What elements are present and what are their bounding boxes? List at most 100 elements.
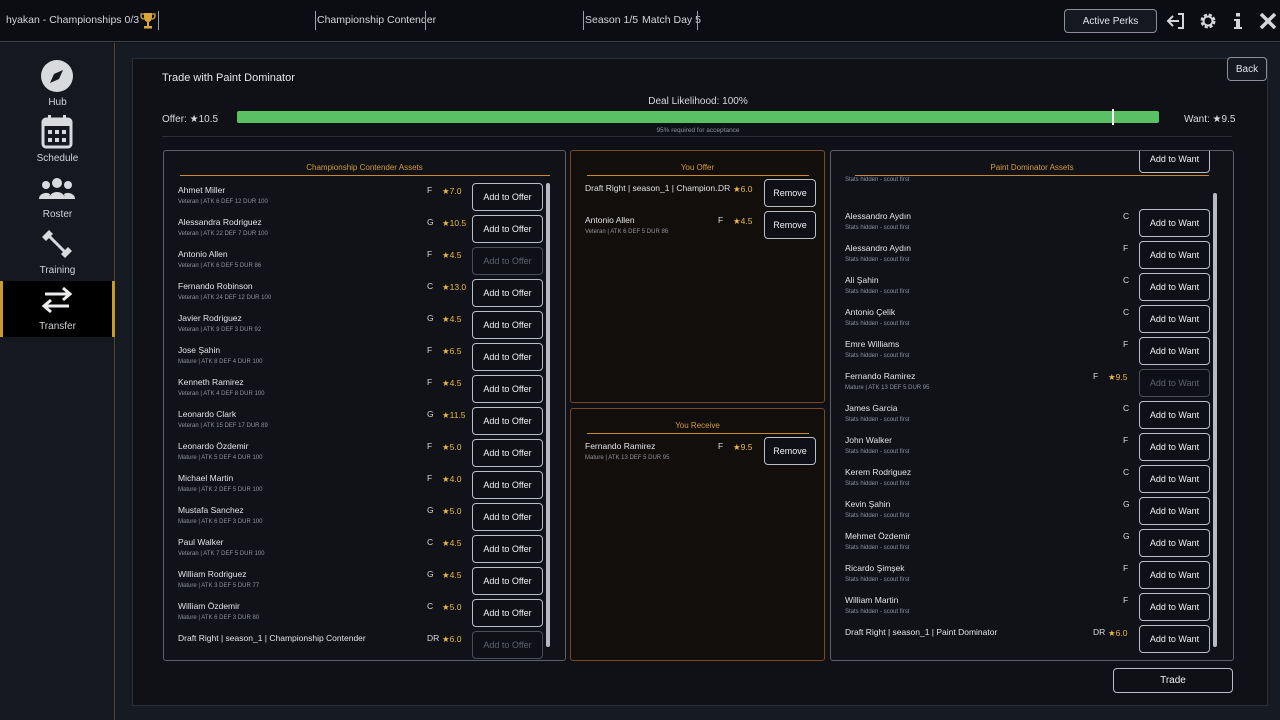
asset-name: Alessandra Rodriguez xyxy=(178,217,262,227)
rating-label: ★6.0 xyxy=(1108,628,1128,638)
add-to-want-button[interactable]: Add to Want xyxy=(1139,497,1210,525)
add-to-offer-button[interactable]: Add to Offer xyxy=(472,407,543,435)
add-to-offer-button[interactable]: Add to Offer xyxy=(472,375,543,403)
add-to-offer-button[interactable]: Add to Offer xyxy=(472,439,543,467)
add-to-offer-button[interactable]: Add to Offer xyxy=(472,631,543,659)
sidebar-item-transfer[interactable]: Transfer xyxy=(0,281,115,337)
gear-icon[interactable] xyxy=(1198,11,1218,31)
asset-name: Antonio Çelik xyxy=(845,307,896,317)
position-label: G xyxy=(427,569,434,579)
sidebar-item-roster[interactable]: Roster xyxy=(0,169,115,225)
asset-name: Draft Right | season_1 | Champion... xyxy=(585,183,723,193)
add-to-want-button[interactable]: Add to Want xyxy=(1139,625,1210,653)
app-window: hyakan - Championships 0/3 Championship … xyxy=(0,0,1280,720)
rating-label: ★4.5 xyxy=(442,570,462,580)
asset-name: Fernando Ramirez xyxy=(845,371,916,381)
remove-button[interactable]: Remove xyxy=(764,211,816,239)
back-button[interactable]: Back xyxy=(1227,57,1267,81)
asset-row: Kenneth Ramirez Veteran | ATK 4 DEF 8 DUR… xyxy=(164,373,565,405)
sidebar-item-schedule[interactable]: Schedule xyxy=(0,113,115,169)
add-to-want-button[interactable]: Add to Want xyxy=(1139,151,1210,173)
remove-button[interactable]: Remove xyxy=(764,179,816,207)
add-to-want-button[interactable]: Add to Want xyxy=(1139,273,1210,301)
asset-name: Antonio Allen xyxy=(178,249,228,259)
divider xyxy=(180,175,550,176)
asset-row: Leonardo Clark Veteran | ATK 15 DEF 17 DU… xyxy=(164,405,565,437)
asset-row: Alessandro Aydın Stats hidden - scout fir… xyxy=(831,207,1233,239)
position-label: G xyxy=(427,313,434,323)
info-icon[interactable] xyxy=(1228,11,1248,31)
exit-icon[interactable] xyxy=(1166,11,1186,31)
offer-total-label: Offer: ★10.5 xyxy=(162,114,219,125)
asset-row: John Walker Stats hidden - scout first F Ad… xyxy=(831,431,1233,463)
add-to-offer-button[interactable]: Add to Offer xyxy=(472,183,543,211)
add-to-offer-button[interactable]: Add to Offer xyxy=(472,279,543,307)
add-to-offer-button[interactable]: Add to Offer xyxy=(472,567,543,595)
rating-label: ★4.0 xyxy=(442,474,462,484)
position-label: G xyxy=(1123,499,1130,509)
add-to-offer-button[interactable]: Add to Offer xyxy=(472,599,543,627)
add-to-want-button[interactable]: Add to Want xyxy=(1139,401,1210,429)
asset-details: Stats hidden - scout first xyxy=(845,177,910,183)
asset-details: Veteran | ATK 7 DEF 5 DUR 100 xyxy=(178,551,265,557)
add-to-want-button[interactable]: Add to Want xyxy=(1139,337,1210,365)
rating-label: ★4.5 xyxy=(442,314,462,324)
asset-details: Stats hidden - scout first xyxy=(845,609,910,615)
add-to-want-button[interactable]: Add to Want xyxy=(1139,465,1210,493)
position-label: DR xyxy=(1093,627,1106,637)
asset-name: William Özdemir xyxy=(178,601,240,611)
remove-button[interactable]: Remove xyxy=(764,437,816,465)
deal-likelihood-fill xyxy=(237,111,1159,123)
add-to-want-button[interactable]: Add to Want xyxy=(1139,369,1210,397)
position-label: F xyxy=(427,441,433,451)
add-to-want-button[interactable]: Add to Want xyxy=(1139,529,1210,557)
position-label: F xyxy=(427,473,433,483)
team-name-label: Championship Contender xyxy=(317,14,437,26)
sidebar-item-hub[interactable]: Hub xyxy=(0,57,115,113)
compass-icon xyxy=(41,60,73,92)
divider xyxy=(697,11,698,30)
asset-row: Paul Walker Veteran | ATK 7 DEF 5 DUR 100… xyxy=(164,533,565,565)
asset-name: William Martin xyxy=(845,595,899,605)
add-to-offer-button[interactable]: Add to Offer xyxy=(472,503,543,531)
close-icon[interactable] xyxy=(1258,11,1278,31)
asset-name: Michael Martin xyxy=(178,473,234,483)
add-to-offer-button[interactable]: Add to Offer xyxy=(472,343,543,371)
add-to-offer-button[interactable]: Add to Offer xyxy=(472,311,543,339)
asset-details: Mature | ATK 6 DEF 3 DUR 100 xyxy=(178,519,263,525)
add-to-want-button[interactable]: Add to Want xyxy=(1139,561,1210,589)
position-label: F xyxy=(427,377,433,387)
asset-row: Jose Şahin Mature | ATK 8 DEF 4 DUR 100 F ★… xyxy=(164,341,565,373)
add-to-offer-button[interactable]: Add to Offer xyxy=(472,215,543,243)
asset-row: Javier Rodriguez Veteran | ATK 9 DEF 3 DU… xyxy=(164,309,565,341)
transfer-arrows-icon xyxy=(41,286,73,314)
season-label: Season 1/5 xyxy=(585,14,639,26)
sidebar-item-training[interactable]: Training xyxy=(0,225,115,281)
asset-row: Ali Şahin Stats hidden - scout first C Add … xyxy=(831,271,1233,303)
add-to-want-button[interactable]: Add to Want xyxy=(1139,593,1210,621)
add-to-want-button[interactable]: Add to Want xyxy=(1139,241,1210,269)
divider xyxy=(583,11,584,30)
asset-row: Mustafa Sanchez Mature | ATK 6 DEF 3 DUR … xyxy=(164,501,565,533)
add-to-want-button[interactable]: Add to Want xyxy=(1139,433,1210,461)
asset-details: Stats hidden - scout first xyxy=(845,321,910,327)
asset-details: Mature | ATK 5 DEF 4 DUR 100 xyxy=(178,455,263,461)
position-label: G xyxy=(1123,531,1130,541)
asset-name: Draft Right | season_1 | Championship Co… xyxy=(178,633,366,643)
asset-name: Kenneth Ramirez xyxy=(178,377,244,387)
divider xyxy=(162,136,1232,137)
add-to-want-button[interactable]: Add to Want xyxy=(1139,305,1210,333)
add-to-offer-button[interactable]: Add to Offer xyxy=(472,471,543,499)
add-to-offer-button[interactable]: Add to Offer xyxy=(472,247,543,275)
trade-button[interactable]: Trade xyxy=(1113,668,1233,693)
active-perks-button[interactable]: Active Perks xyxy=(1064,9,1157,33)
add-to-offer-button[interactable]: Add to Offer xyxy=(472,535,543,563)
position-label: C xyxy=(1123,467,1130,477)
rating-label: ★4.5 xyxy=(733,216,753,226)
asset-details: Veteran | ATK 24 DEF 12 DUR 100 xyxy=(178,295,272,301)
asset-details: Veteran | ATK 6 DEF 5 DUR 86 xyxy=(178,263,262,269)
asset-name: Ricardo Şimşek xyxy=(845,563,905,573)
asset-name: Jose Şahin xyxy=(178,345,221,355)
add-to-want-button[interactable]: Add to Want xyxy=(1139,209,1210,237)
sidebar-item-label: Training xyxy=(39,265,76,276)
